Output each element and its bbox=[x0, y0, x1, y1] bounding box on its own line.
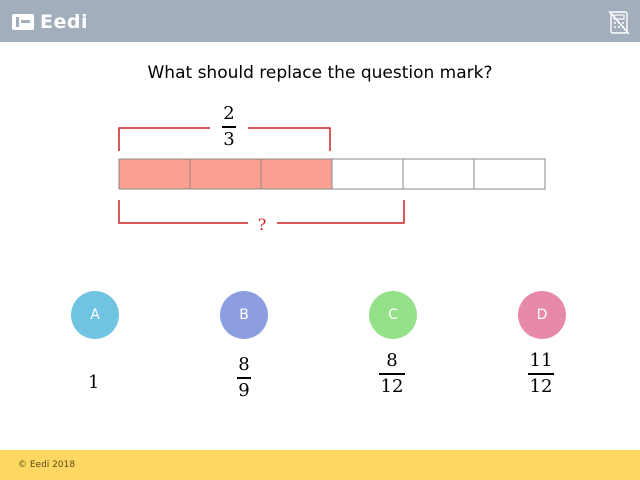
fraction-bar bbox=[237, 377, 251, 379]
fraction-bar bbox=[528, 373, 554, 375]
fraction-denominator: 12 bbox=[529, 375, 553, 397]
copyright-text: © Eedi 2018 bbox=[18, 460, 76, 470]
fraction-denominator: 3 bbox=[223, 128, 235, 150]
option-b-button[interactable]: B bbox=[220, 291, 268, 339]
option-a-answer[interactable]: 1 bbox=[88, 372, 99, 393]
top-fraction: 2 3 bbox=[219, 105, 239, 149]
option-c-button[interactable]: C bbox=[369, 291, 417, 339]
bar-cell-shaded bbox=[189, 158, 262, 190]
bar-cell-empty bbox=[473, 158, 546, 190]
bar-cell-empty bbox=[402, 158, 475, 190]
fraction-denominator: 12 bbox=[380, 375, 404, 397]
bar-cells bbox=[118, 158, 546, 190]
fraction-numerator: 11 bbox=[529, 350, 553, 371]
option-d-button[interactable]: D bbox=[518, 291, 566, 339]
unknown-label: ? bbox=[258, 215, 267, 234]
fraction-numerator: 8 bbox=[238, 354, 250, 375]
footer-bar bbox=[0, 450, 640, 480]
option-a-button[interactable]: A bbox=[71, 291, 119, 339]
bar-cell-shaded bbox=[118, 158, 191, 190]
option-d-answer[interactable]: 11 12 bbox=[525, 352, 557, 396]
bar-model-diagram: ? bbox=[118, 127, 546, 234]
option-b-answer[interactable]: 8 9 bbox=[232, 356, 256, 400]
fraction-denominator: 9 bbox=[238, 379, 250, 401]
bar-cell-shaded bbox=[260, 158, 333, 190]
fraction-bar bbox=[379, 373, 405, 375]
fraction-numerator: 8 bbox=[386, 350, 398, 371]
option-c-answer[interactable]: 8 12 bbox=[376, 352, 408, 396]
fraction-bar bbox=[222, 126, 236, 128]
fraction-numerator: 2 bbox=[223, 103, 235, 124]
bar-cell-empty bbox=[331, 158, 404, 190]
